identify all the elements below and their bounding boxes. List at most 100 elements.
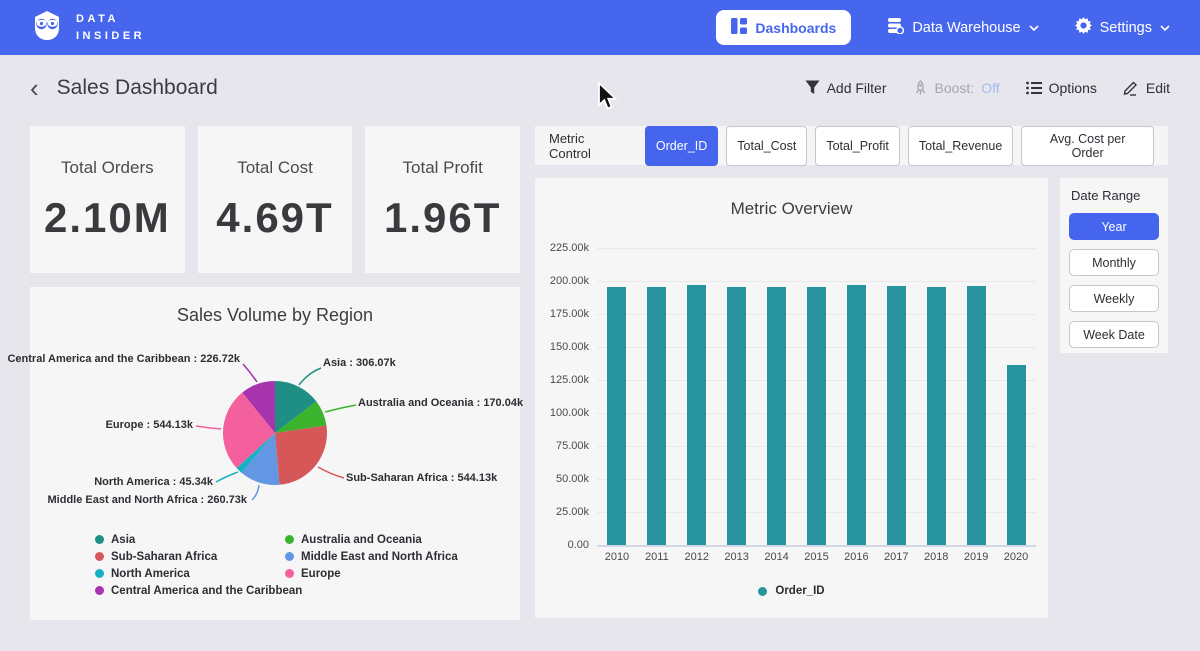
metric-control-bar: Metric Control Order_IDTotal_CostTotal_P… [535, 126, 1168, 165]
pie-slice-label: Sub-Saharan Africa : 544.13k [346, 472, 497, 484]
legend-dot [758, 587, 767, 596]
metric-chip-avg-cost-per-order[interactable]: Avg. Cost per Order [1021, 126, 1154, 166]
page-title: Sales Dashboard [57, 76, 218, 100]
pie-legend-item[interactable]: Europe [285, 565, 458, 582]
pie-leader-line [299, 368, 321, 385]
x-axis-tick: 2016 [836, 551, 876, 563]
date-range-year[interactable]: Year [1069, 213, 1159, 240]
x-axis-tick: 2011 [637, 551, 677, 563]
date-range-weekly[interactable]: Weekly [1069, 285, 1159, 312]
pie-legend-item[interactable]: Sub-Saharan Africa [95, 548, 285, 565]
brand-logo[interactable]: DATA INSIDER [30, 8, 145, 47]
bar-chart-legend: Order_ID [535, 585, 1048, 597]
x-axis-tick: 2017 [876, 551, 916, 563]
bar-cell [916, 248, 956, 545]
bar-cell [597, 248, 637, 545]
bar-chart-title: Metric Overview [535, 178, 1048, 219]
boost-toggle[interactable]: Boost: Off [913, 80, 1000, 96]
pie-leader-line [216, 472, 238, 482]
bar-2010[interactable] [607, 287, 626, 545]
pie-slice-label: Central America and the Caribbean : 226.… [7, 353, 240, 365]
bar-2019[interactable] [967, 286, 986, 545]
pie-slice-label: North America : 45.34k [94, 476, 213, 488]
y-axis-tick: 175.00k [535, 308, 589, 320]
y-axis-tick: 25.00k [535, 506, 589, 518]
legend-dot [95, 535, 104, 544]
settings-menu[interactable]: Settings [1075, 17, 1170, 38]
bar-chart: 225.00k200.00k175.00k150.00k125.00k100.0… [535, 248, 1048, 608]
bar-cell [797, 248, 837, 545]
kpi-value: 2.10M [44, 194, 171, 242]
x-axis-tick: 2013 [717, 551, 757, 563]
list-options-icon [1026, 81, 1042, 95]
kpi-label: Total Cost [237, 158, 313, 178]
bar-chart-card: Metric Overview 225.00k 200.00k 175.00k 150… [535, 178, 1048, 618]
x-axis-tick: 2012 [677, 551, 717, 563]
bar-2020[interactable] [1007, 365, 1026, 545]
y-axis-tick: 0.00 [535, 539, 589, 551]
pie-slice-sub-saharan-africa[interactable] [275, 426, 327, 485]
bar-2014[interactable] [767, 287, 786, 545]
legend-dot [95, 569, 104, 578]
kpi-value: 1.96T [384, 194, 501, 242]
edit-button[interactable]: Edit [1123, 80, 1170, 96]
page-header: ‹ Sales Dashboard Add Filter Boost: Off [0, 55, 1200, 120]
metric-chip-total-cost[interactable]: Total_Cost [726, 126, 807, 166]
bar-2017[interactable] [887, 286, 906, 545]
legend-label: Order_ID [775, 585, 824, 597]
date-range-panel: Date Range Year Monthly Weekly Week Date [1060, 178, 1168, 353]
legend-label: Asia [111, 534, 135, 546]
metric-chip-total-revenue[interactable]: Total_Revenue [908, 126, 1013, 166]
options-button[interactable]: Options [1026, 80, 1097, 96]
legend-dot [285, 535, 294, 544]
pie-legend-item[interactable]: Australia and Oceania [285, 531, 458, 548]
kpi-row: Total Orders 2.10M Total Cost 4.69T Tota… [30, 126, 520, 273]
y-axis-tick: 200.00k [535, 275, 589, 287]
pie-legend-item[interactable]: Middle East and North Africa [285, 548, 458, 565]
bar-2012[interactable] [687, 285, 706, 545]
date-range-week-date[interactable]: Week Date [1069, 321, 1159, 348]
pie-legend-item[interactable]: Central America and the Caribbean [95, 582, 285, 599]
dashboards-button[interactable]: Dashboards [716, 10, 851, 45]
legend-label: Europe [301, 568, 341, 580]
bar-cell [876, 248, 916, 545]
back-button[interactable]: ‹ [30, 75, 39, 101]
bar-2011[interactable] [647, 287, 666, 545]
bar-2015[interactable] [807, 287, 826, 545]
pie-slice-label: Middle East and North Africa : 260.73k [48, 494, 247, 506]
legend-dot [285, 569, 294, 578]
metric-chip-order-id[interactable]: Order_ID [645, 126, 718, 166]
date-range-monthly[interactable]: Monthly [1069, 249, 1159, 276]
bar-plot-area [597, 248, 1036, 545]
chevron-down-icon [1160, 25, 1170, 31]
pie-slice-label: Europe : 544.13k [106, 419, 193, 431]
date-range-label: Date Range [1071, 188, 1159, 203]
y-axis-tick: 225.00k [535, 242, 589, 254]
x-axis-tick: 2019 [956, 551, 996, 563]
legend-label: North America [111, 568, 190, 580]
add-filter-button[interactable]: Add Filter [805, 80, 887, 96]
owl-logo-icon [30, 8, 64, 47]
kpi-card-total-orders: Total Orders 2.10M [30, 126, 185, 273]
gridline [597, 545, 1036, 547]
bar-2013[interactable] [727, 287, 746, 545]
x-axis-tick: 2018 [916, 551, 956, 563]
y-axis-tick: 150.00k [535, 341, 589, 353]
bar-2016[interactable] [847, 285, 866, 545]
legend-label: Central America and the Caribbean [111, 585, 302, 597]
bar-cell [637, 248, 677, 545]
data-warehouse-menu[interactable]: Data Warehouse [887, 17, 1038, 38]
x-axis-tick: 2010 [597, 551, 637, 563]
pie-leader-line [318, 467, 344, 478]
bar-cell [717, 248, 757, 545]
bar-cell [757, 248, 797, 545]
pie-legend-item[interactable]: Asia [95, 531, 285, 548]
x-axis-tick: 2014 [757, 551, 797, 563]
pie-legend: Asia Sub-Saharan Africa North America Centr… [95, 531, 458, 599]
metric-chip-total-profit[interactable]: Total_Profit [815, 126, 900, 166]
database-icon [887, 17, 904, 38]
filter-funnel-icon [805, 80, 820, 95]
y-axis-tick: 125.00k [535, 374, 589, 386]
bar-2018[interactable] [927, 287, 946, 545]
pie-legend-item[interactable]: North America [95, 565, 285, 582]
